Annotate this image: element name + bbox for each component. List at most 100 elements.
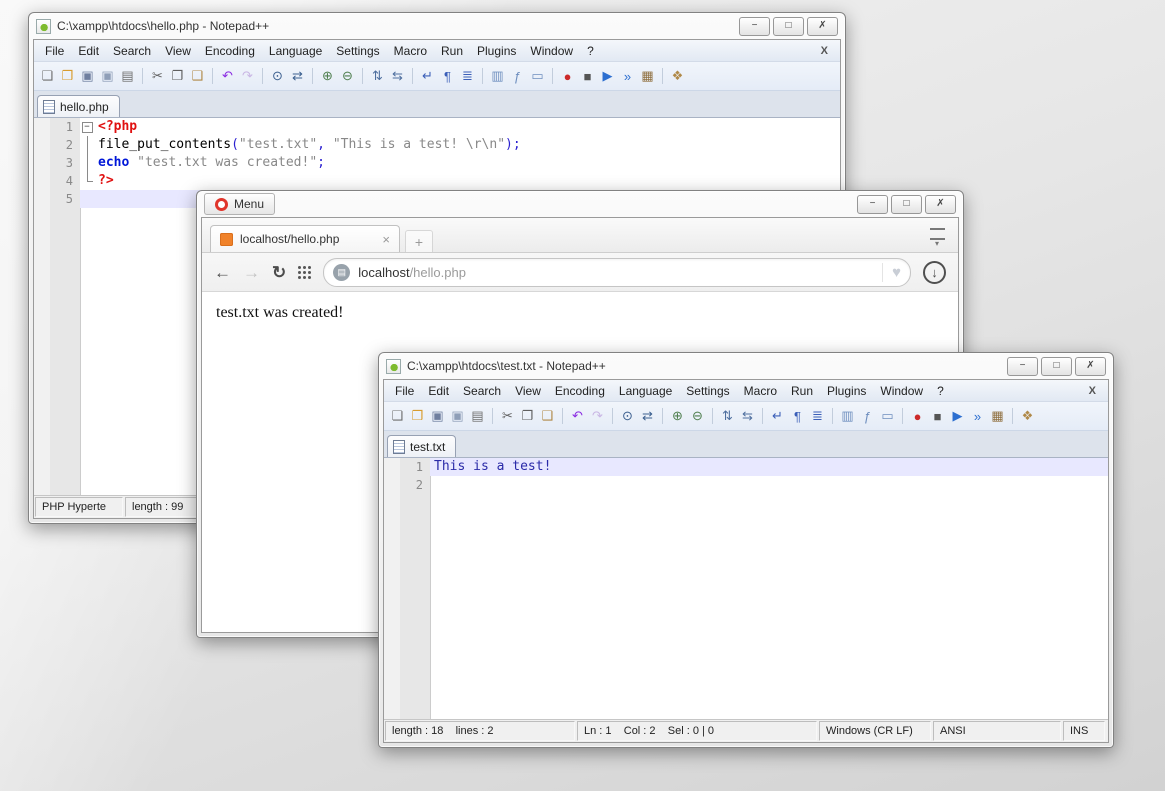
title-bar[interactable]: C:\xampp\htdocs\test.txt - Notepad++ − □ ✗: [383, 353, 1109, 379]
menu-language[interactable]: Language: [612, 382, 679, 400]
function-list-icon[interactable]: ƒ: [508, 67, 527, 86]
run-macro-multiple-icon[interactable]: »: [618, 67, 637, 86]
title-bar[interactable]: Menu − □ ✗: [201, 191, 959, 217]
undo-icon[interactable]: ↶: [568, 407, 587, 426]
menu-plugins[interactable]: Plugins: [470, 42, 523, 60]
code-line[interactable]: 1 This is a test!: [384, 458, 1108, 476]
save-file-icon[interactable]: ▣: [78, 67, 97, 86]
minimize-button[interactable]: −: [857, 194, 888, 214]
site-badge-icon[interactable]: ▤: [333, 263, 351, 281]
zoom-out-icon[interactable]: ⊖: [688, 407, 707, 426]
close-document-x[interactable]: X: [1081, 385, 1104, 397]
preferences-icon[interactable]: ❖: [1018, 407, 1037, 426]
menu-language[interactable]: Language: [262, 42, 329, 60]
menu-help[interactable]: ?: [580, 42, 601, 60]
copy-icon[interactable]: ❐: [168, 67, 187, 86]
save-macro-icon[interactable]: ▦: [638, 67, 657, 86]
menu-edit[interactable]: Edit: [71, 42, 106, 60]
show-all-characters-icon[interactable]: ¶: [788, 407, 807, 426]
menu-help[interactable]: ?: [930, 382, 951, 400]
open-folder-icon[interactable]: ❒: [408, 407, 427, 426]
open-folder-icon[interactable]: ❒: [58, 67, 77, 86]
browser-tab[interactable]: localhost/hello.php ×: [210, 225, 400, 252]
menu-window[interactable]: Window: [523, 42, 580, 60]
sync-scroll-vertical-icon[interactable]: ⇅: [368, 67, 387, 86]
close-button[interactable]: ✗: [925, 194, 956, 214]
tab-hello-php[interactable]: hello.php: [37, 95, 120, 117]
menu-file[interactable]: File: [38, 42, 71, 60]
document-map-icon[interactable]: ▥: [838, 407, 857, 426]
menu-view[interactable]: View: [508, 382, 548, 400]
menu-edit[interactable]: Edit: [421, 382, 456, 400]
play-macro-icon[interactable]: ▶: [598, 67, 617, 86]
sync-scroll-horizontal-icon[interactable]: ⇆: [738, 407, 757, 426]
tab-close-icon[interactable]: ×: [382, 233, 390, 246]
file-monitor-icon[interactable]: ▭: [878, 407, 897, 426]
maximize-button[interactable]: □: [891, 194, 922, 214]
replace-icon[interactable]: ⇄: [638, 407, 657, 426]
menu-search[interactable]: Search: [456, 382, 508, 400]
menu-run[interactable]: Run: [784, 382, 820, 400]
code-line[interactable]: 2: [384, 476, 1108, 494]
code-line[interactable]: 1 <?php: [34, 118, 840, 136]
word-wrap-icon[interactable]: ↵: [768, 407, 787, 426]
show-all-characters-icon[interactable]: ¶: [438, 67, 457, 86]
menu-window[interactable]: Window: [873, 382, 930, 400]
maximize-button[interactable]: □: [773, 16, 804, 36]
zoom-out-icon[interactable]: ⊖: [338, 67, 357, 86]
save-file-icon[interactable]: ▣: [428, 407, 447, 426]
title-bar[interactable]: C:\xampp\htdocs\hello.php - Notepad++ − □…: [33, 13, 841, 39]
cut-icon[interactable]: ✂: [498, 407, 517, 426]
file-monitor-icon[interactable]: ▭: [528, 67, 547, 86]
close-document-x[interactable]: X: [813, 45, 836, 57]
zoom-in-icon[interactable]: ⊕: [668, 407, 687, 426]
tab-menu-icon[interactable]: ▾: [926, 228, 948, 248]
close-button[interactable]: ✗: [807, 16, 838, 36]
find-icon[interactable]: ⊙: [268, 67, 287, 86]
paste-icon[interactable]: ❑: [188, 67, 207, 86]
window-notepadpp-test[interactable]: C:\xampp\htdocs\test.txt - Notepad++ − □ ✗…: [378, 352, 1114, 748]
minimize-button[interactable]: −: [1007, 356, 1038, 376]
tab-test-txt[interactable]: test.txt: [387, 435, 457, 457]
close-button[interactable]: ✗: [1075, 356, 1106, 376]
fold-marker[interactable]: [80, 118, 94, 136]
menu-macro[interactable]: Macro: [387, 42, 434, 60]
print-icon[interactable]: ▤: [468, 407, 487, 426]
menu-file[interactable]: File: [388, 382, 421, 400]
menu-plugins[interactable]: Plugins: [820, 382, 873, 400]
maximize-button[interactable]: □: [1041, 356, 1072, 376]
code-line[interactable]: 4 ?>: [34, 172, 840, 190]
find-icon[interactable]: ⊙: [618, 407, 637, 426]
record-macro-icon[interactable]: ●: [908, 407, 927, 426]
menu-encoding[interactable]: Encoding: [548, 382, 612, 400]
word-wrap-icon[interactable]: ↵: [418, 67, 437, 86]
redo-icon[interactable]: ↷: [238, 67, 257, 86]
stop-macro-icon[interactable]: ■: [928, 407, 947, 426]
function-list-icon[interactable]: ƒ: [858, 407, 877, 426]
menu-encoding[interactable]: Encoding: [198, 42, 262, 60]
replace-icon[interactable]: ⇄: [288, 67, 307, 86]
speed-dial-icon[interactable]: [298, 265, 311, 279]
back-button[interactable]: ←: [214, 264, 231, 281]
menu-search[interactable]: Search: [106, 42, 158, 60]
menu-view[interactable]: View: [158, 42, 198, 60]
menu-run[interactable]: Run: [434, 42, 470, 60]
run-macro-multiple-icon[interactable]: »: [968, 407, 987, 426]
sync-scroll-vertical-icon[interactable]: ⇅: [718, 407, 737, 426]
forward-button[interactable]: →: [243, 264, 260, 281]
new-file-icon[interactable]: ❏: [388, 407, 407, 426]
code-line[interactable]: 3 echo "test.txt was created!";: [34, 154, 840, 172]
code-editor[interactable]: 1 This is a test! 2: [384, 458, 1108, 719]
new-file-icon[interactable]: ❏: [38, 67, 57, 86]
address-bar[interactable]: ▤ localhost /hello.php ♥: [323, 257, 911, 287]
stop-macro-icon[interactable]: ■: [578, 67, 597, 86]
menu-settings[interactable]: Settings: [329, 42, 386, 60]
menu-settings[interactable]: Settings: [679, 382, 736, 400]
paste-icon[interactable]: ❑: [538, 407, 557, 426]
code-line[interactable]: 2 file_put_contents("test.txt", "This is …: [34, 136, 840, 154]
indent-guide-icon[interactable]: ≣: [808, 407, 827, 426]
preferences-icon[interactable]: ❖: [668, 67, 687, 86]
save-all-icon[interactable]: ▣: [448, 407, 467, 426]
sync-scroll-horizontal-icon[interactable]: ⇆: [388, 67, 407, 86]
undo-icon[interactable]: ↶: [218, 67, 237, 86]
